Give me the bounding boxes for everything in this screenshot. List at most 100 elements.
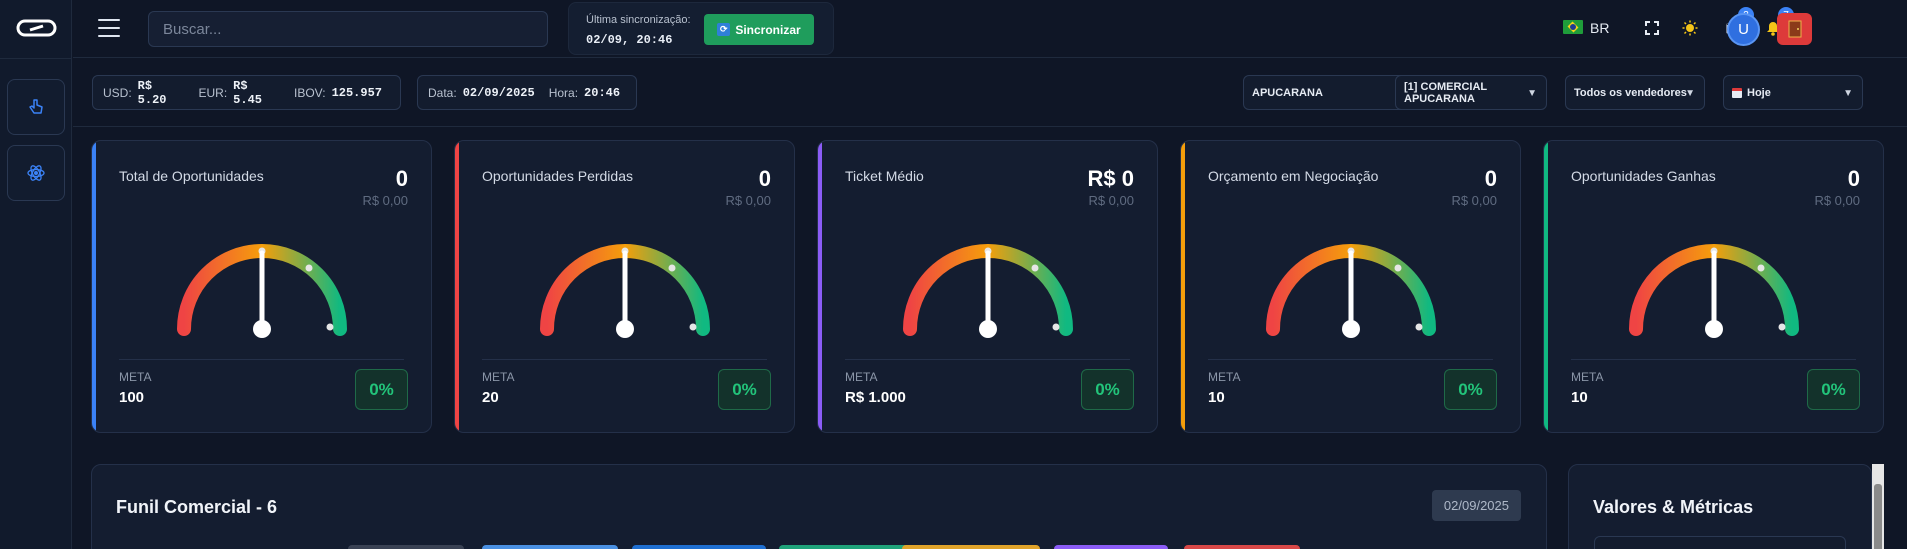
sync-label: Última sincronização: bbox=[586, 14, 691, 26]
seller-select[interactable]: Todos os vendedores ▼ bbox=[1565, 75, 1705, 110]
seller-select-value: Todos os vendedores bbox=[1574, 86, 1687, 99]
card-accent bbox=[1544, 141, 1548, 432]
chevron-down-icon: ▼ bbox=[1843, 88, 1853, 99]
top-bar: Última sincronização: 02/09, 20:46 ⟳ Sin… bbox=[73, 0, 1907, 58]
meta-label: META bbox=[1571, 370, 1604, 384]
kpi-card-won-opportunities: Oportunidades Ganhas 0 R$ 0,00 META 10 0… bbox=[1543, 140, 1884, 433]
fullscreen-icon[interactable] bbox=[1642, 18, 1662, 38]
ibov-value: 125.957 bbox=[331, 85, 382, 100]
gauge-pivot bbox=[253, 320, 271, 338]
hamburger-menu-icon[interactable] bbox=[98, 19, 120, 37]
eur-label: EUR: bbox=[198, 85, 228, 100]
funnel-stage-7[interactable] bbox=[1184, 545, 1300, 549]
funnel-title: Funil Comercial - 6 bbox=[116, 497, 278, 517]
sync-icon: ⟳ bbox=[717, 23, 731, 36]
gauge-marker bbox=[305, 264, 313, 272]
sync-button-label: Sincronizar bbox=[735, 22, 801, 37]
metrics-box bbox=[1594, 536, 1846, 549]
gauge-marker bbox=[1031, 264, 1039, 272]
period-select-value: Hoje bbox=[1747, 86, 1771, 99]
funnel-stage-3[interactable] bbox=[632, 545, 766, 549]
funnel-stage-6[interactable] bbox=[1054, 545, 1168, 549]
search-input[interactable] bbox=[148, 11, 548, 47]
card-accent bbox=[1181, 141, 1185, 432]
gauge-pivot bbox=[616, 320, 634, 338]
time-value: 20:46 bbox=[584, 85, 621, 100]
percent-badge: 0% bbox=[1081, 369, 1134, 410]
funnel-stage-4[interactable] bbox=[779, 545, 912, 549]
card-title: Oportunidades Perdidas bbox=[482, 168, 633, 184]
funnel-stage-1[interactable] bbox=[348, 545, 464, 549]
metrics-title: Valores & Métricas bbox=[1593, 497, 1754, 517]
funnel-stage-2[interactable] bbox=[482, 545, 618, 549]
funnel-panel: Funil Comercial - 6 02/09/2025 bbox=[91, 464, 1547, 549]
gauge-chart bbox=[540, 244, 710, 338]
kpi-card-lost-opportunities: Oportunidades Perdidas 0 R$ 0,00 META 20… bbox=[454, 140, 795, 433]
date-value: 02/09/2025 bbox=[462, 85, 535, 100]
sync-button[interactable]: ⟳ Sincronizar bbox=[704, 14, 814, 45]
rail-button-analytics[interactable] bbox=[7, 145, 65, 201]
app-root: Última sincronização: 02/09, 20:46 ⟳ Sin… bbox=[0, 0, 1907, 549]
language-label[interactable]: BR bbox=[1590, 20, 1609, 36]
meta-label: META bbox=[482, 370, 515, 384]
period-select[interactable]: Hoje ▼ bbox=[1723, 75, 1863, 110]
city-select[interactable]: APUCARANA ▼ bbox=[1243, 75, 1418, 110]
market-rates: USD: R$ 5.20 EUR: R$ 5.45 IBOV: 125.957 bbox=[92, 75, 401, 110]
meta-value: 10 bbox=[1208, 389, 1225, 406]
gauge-marker bbox=[689, 323, 697, 331]
metrics-scrollbar-thumb[interactable] bbox=[1874, 484, 1882, 549]
card-subvalue: R$ 0,00 bbox=[1451, 193, 1497, 208]
user-avatar[interactable]: U bbox=[1727, 13, 1760, 46]
card-subvalue: R$ 0,00 bbox=[1088, 193, 1134, 208]
theme-sun-icon[interactable] bbox=[1680, 18, 1700, 38]
logout-button[interactable] bbox=[1777, 13, 1812, 45]
meta-label: META bbox=[1208, 370, 1241, 384]
gauge-pivot bbox=[1342, 320, 1360, 338]
gauge-marker bbox=[326, 323, 334, 331]
gauge-marker bbox=[1757, 264, 1765, 272]
card-divider bbox=[119, 359, 404, 360]
city-select-value: APUCARANA bbox=[1252, 86, 1323, 99]
card-accent bbox=[818, 141, 822, 432]
card-value: 0 bbox=[395, 166, 408, 191]
meta-value: R$ 1.000 bbox=[845, 389, 906, 406]
percent-badge: 0% bbox=[1807, 369, 1860, 410]
card-value: 0 bbox=[1484, 166, 1497, 191]
card-title: Total de Oportunidades bbox=[119, 168, 264, 184]
percent-badge: 0% bbox=[355, 369, 408, 410]
eur-value: R$ 5.45 bbox=[233, 78, 262, 107]
usd-label: USD: bbox=[103, 85, 132, 100]
gauge-marker bbox=[1394, 264, 1402, 272]
card-value: 0 bbox=[1847, 166, 1860, 191]
sync-time: 02/09, 20:46 bbox=[586, 33, 673, 47]
filter-bar: USD: R$ 5.20 EUR: R$ 5.45 IBOV: 125.957 … bbox=[73, 59, 1907, 127]
kpi-card-total-opportunities: Total de Oportunidades 0 R$ 0,00 META 10… bbox=[91, 140, 432, 433]
atom-icon bbox=[27, 165, 45, 181]
funnel-date: 02/09/2025 bbox=[1431, 490, 1521, 521]
usd-value: R$ 5.20 bbox=[137, 78, 167, 107]
meta-value: 100 bbox=[119, 389, 145, 406]
date-label: Data: bbox=[428, 85, 457, 100]
hand-pointer-icon bbox=[29, 99, 43, 114]
card-divider bbox=[1571, 359, 1856, 360]
card-title: Orçamento em Negociação bbox=[1208, 168, 1379, 184]
funnel-stage-5[interactable] bbox=[902, 545, 1040, 549]
logo-icon[interactable] bbox=[16, 19, 57, 37]
card-subvalue: R$ 0,00 bbox=[362, 193, 408, 208]
store-select[interactable]: [1] COMERCIAL APUCARANA ▼ bbox=[1395, 75, 1547, 110]
rail-button-sales[interactable] bbox=[7, 79, 65, 135]
gauge-marker bbox=[668, 264, 676, 272]
sync-panel: Última sincronização: 02/09, 20:46 ⟳ Sin… bbox=[568, 2, 834, 55]
card-subvalue: R$ 0,00 bbox=[1814, 193, 1860, 208]
percent-badge: 0% bbox=[718, 369, 771, 410]
gauge-pivot bbox=[979, 320, 997, 338]
gauge-marker bbox=[1052, 323, 1060, 331]
meta-value: 10 bbox=[1571, 389, 1588, 406]
card-title: Ticket Médio bbox=[845, 168, 924, 184]
calendar-icon bbox=[1732, 87, 1742, 98]
chevron-down-icon: ▼ bbox=[1685, 88, 1695, 99]
brazil-flag-icon[interactable] bbox=[1563, 20, 1583, 34]
rail-divider bbox=[0, 58, 72, 59]
kpi-card-average-ticket: Ticket Médio R$ 0 R$ 0,00 META R$ 1.000 … bbox=[817, 140, 1158, 433]
meta-value: 20 bbox=[482, 389, 499, 406]
